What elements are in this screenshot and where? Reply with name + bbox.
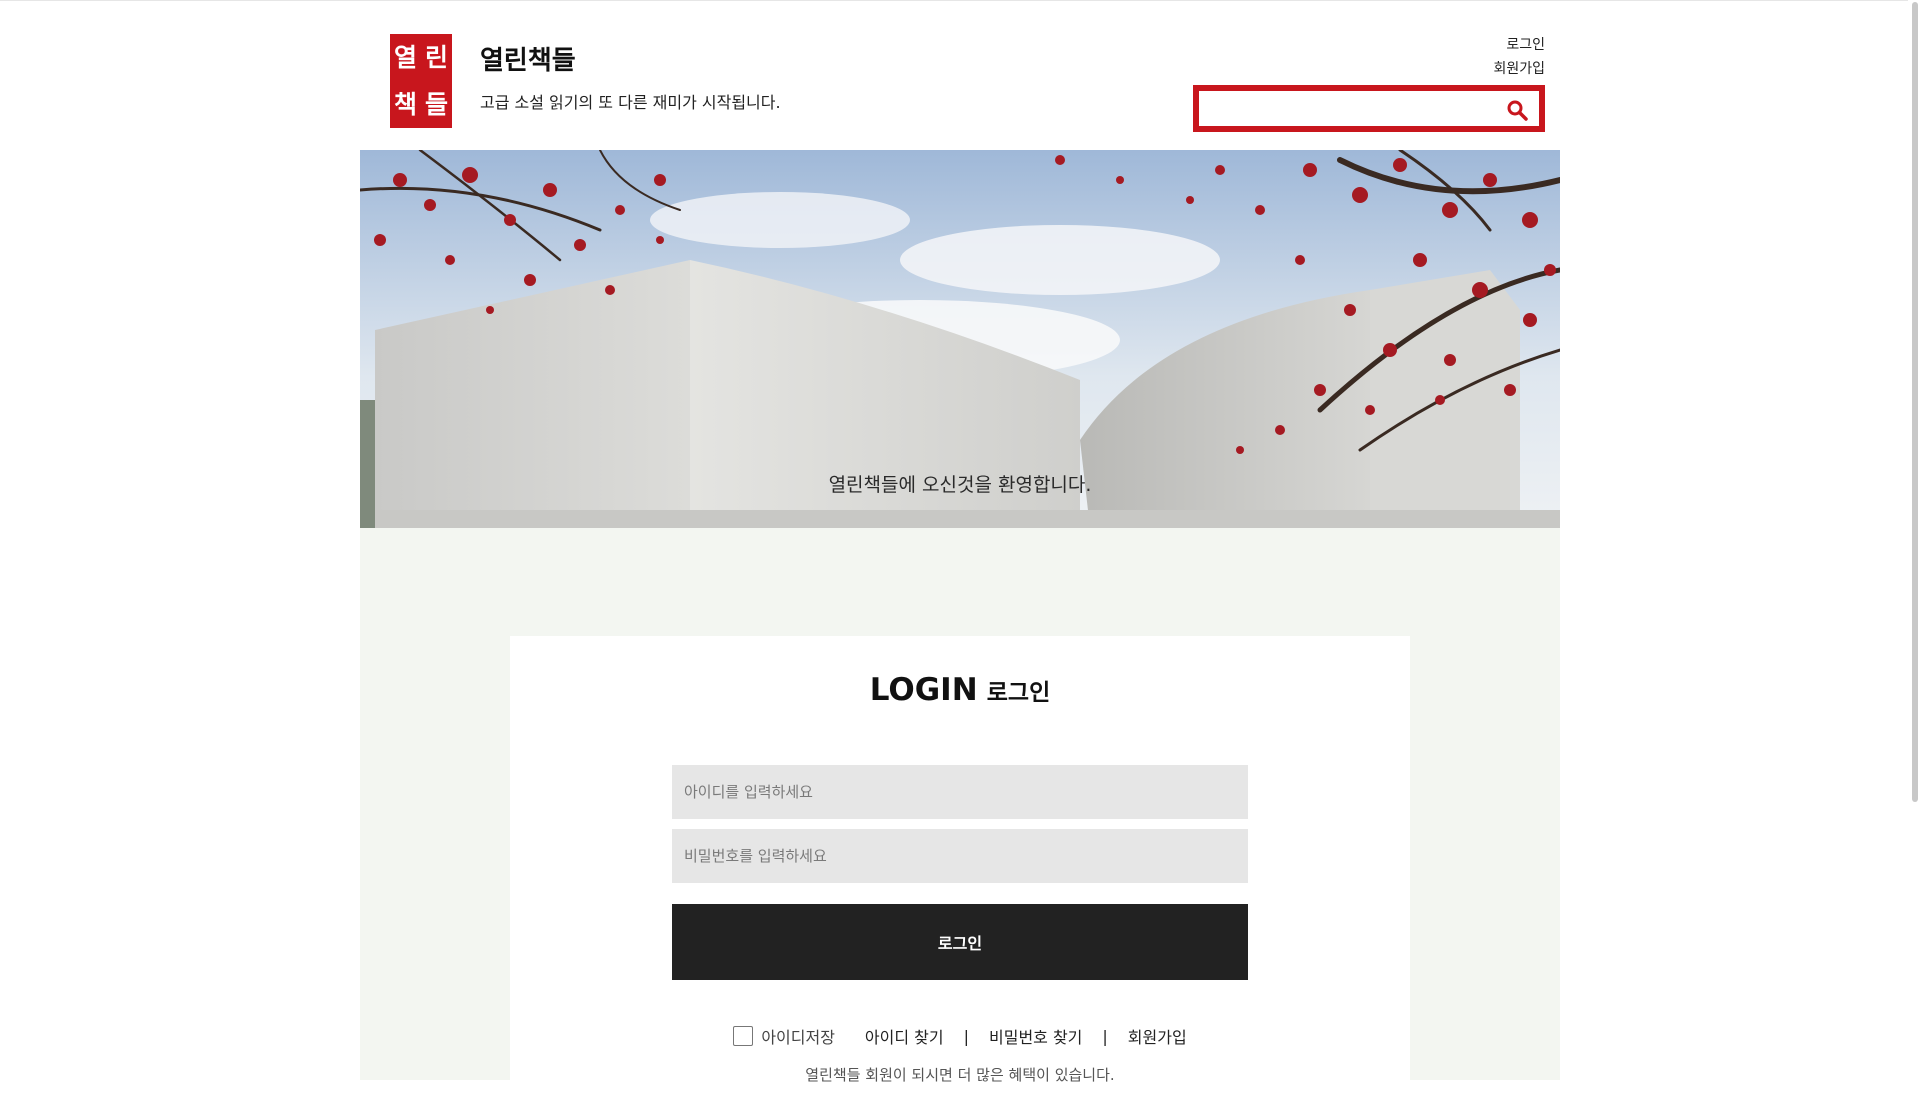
join-link[interactable]: 회원가입: [1128, 1028, 1187, 1047]
login-heading-en: LOGIN: [869, 672, 978, 708]
find-id-link[interactable]: 아이디 찾기: [865, 1028, 944, 1047]
password-input[interactable]: [672, 829, 1248, 883]
login-button[interactable]: 로그인: [672, 904, 1248, 980]
login-section: LOGIN 로그인 로그인 아이디저장 아이디 찾기 | 비밀번호 찾기 | 회원가입 열…: [360, 528, 1560, 1096]
search-icon[interactable]: [1505, 98, 1529, 122]
page-container: 열 린 책 들 열린책들 고급 소설 읽기의 또 다른 재미가 시작됩니다. 로…: [360, 0, 1560, 1096]
separator: |: [1102, 1026, 1108, 1046]
user-id-input[interactable]: [672, 765, 1248, 819]
benefit-text: 열린책들 회원이 되시면 더 많은 혜택이 있습니다.: [805, 1066, 1115, 1084]
login-heading: LOGIN 로그인: [510, 672, 1410, 708]
site-title[interactable]: 열린책들: [480, 40, 576, 77]
login-options: 아이디저장 아이디 찾기 | 비밀번호 찾기 | 회원가입: [510, 1024, 1410, 1048]
separator: |: [963, 1026, 969, 1046]
find-password-link[interactable]: 비밀번호 찾기: [989, 1028, 1082, 1047]
logo[interactable]: 열 린 책 들: [390, 34, 452, 128]
header-login-link[interactable]: 로그인: [1506, 34, 1545, 54]
logo-glyph: 책: [393, 90, 417, 119]
login-card: LOGIN 로그인 로그인 아이디저장 아이디 찾기 | 비밀번호 찾기 | 회원가입 열…: [510, 636, 1410, 1096]
login-heading-ko: 로그인: [986, 680, 1051, 706]
site-tagline: 고급 소설 읽기의 또 다른 재미가 시작됩니다.: [480, 93, 781, 112]
save-id-checkbox[interactable]: [733, 1026, 754, 1046]
save-id-label[interactable]: 아이디저장: [761, 1028, 835, 1047]
scrollbar[interactable]: [1908, 0, 1920, 1080]
search-input[interactable]: [1207, 97, 1501, 123]
scrollbar-thumb[interactable]: [1912, 2, 1918, 802]
hero-caption: 열린책들에 오신것을 환영합니다.: [828, 474, 1092, 496]
logo-glyph: 들: [424, 90, 448, 119]
header-join-link[interactable]: 회원가입: [1493, 58, 1545, 78]
logo-glyph: 린: [424, 43, 448, 72]
search-box: [1193, 85, 1545, 132]
hero-banner: 열린책들에 오신것을 환영합니다.: [360, 150, 1560, 528]
logo-glyph: 열: [393, 43, 417, 72]
